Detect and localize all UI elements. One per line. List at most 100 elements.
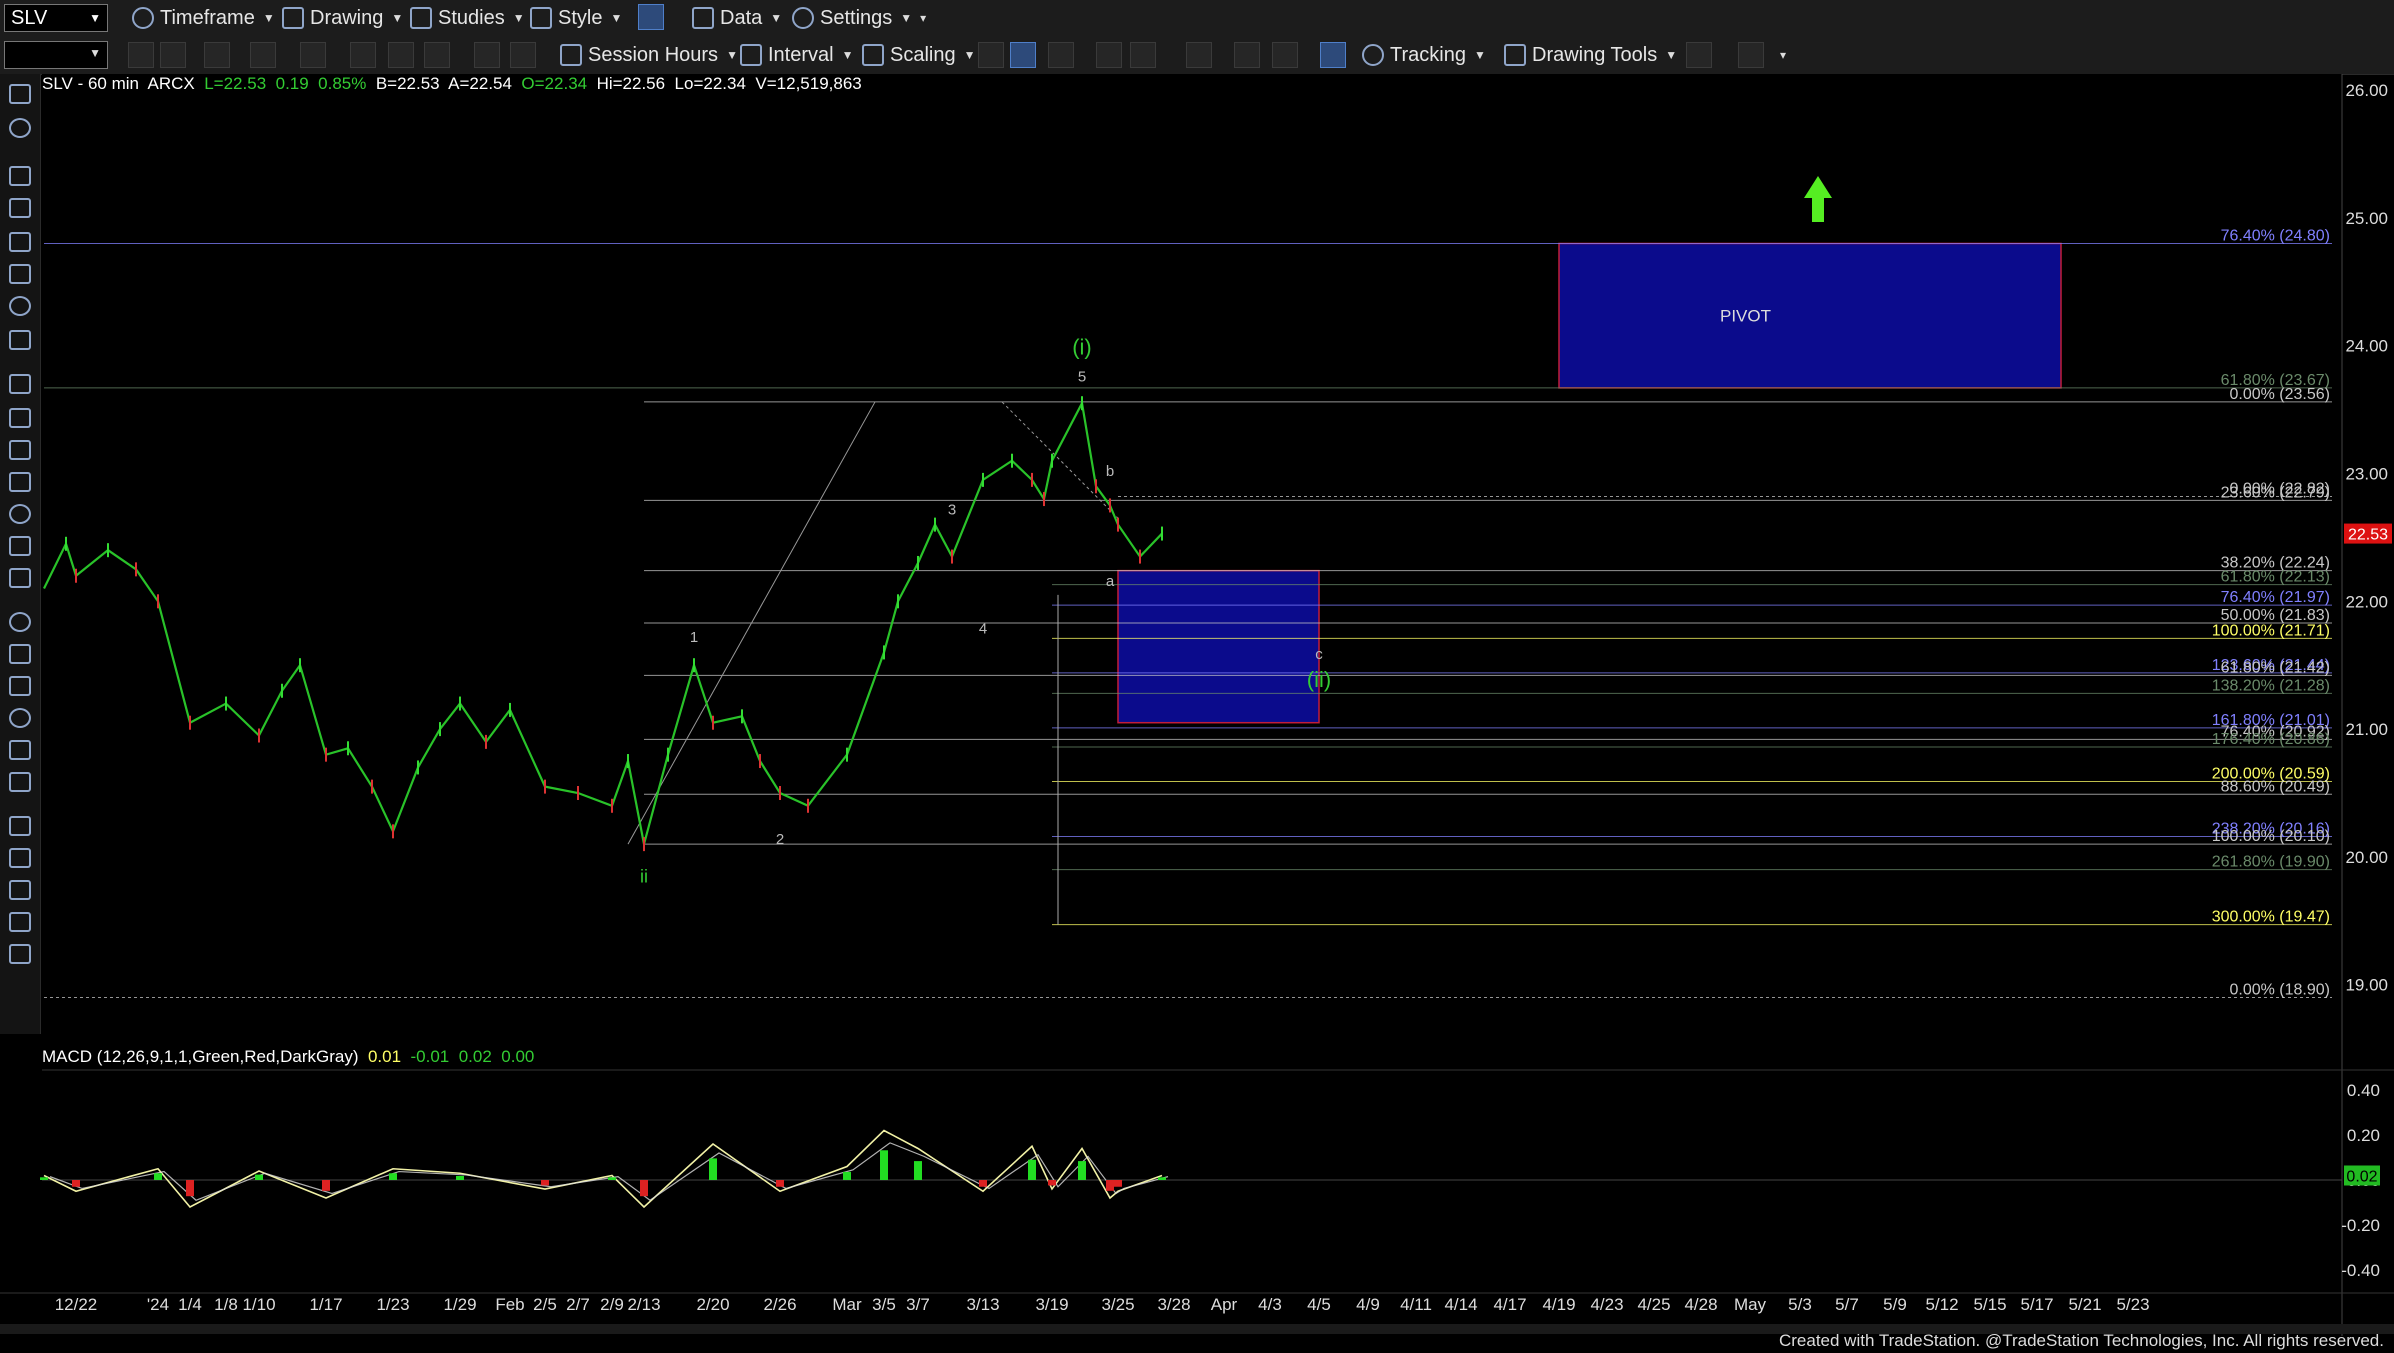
settings-menu[interactable]: Settings ▼ ▾	[792, 0, 926, 36]
macd-histogram-bar	[1028, 1159, 1036, 1180]
time-tick-label: '24	[147, 1295, 169, 1314]
settings-label: Settings	[820, 6, 893, 29]
chat-icon[interactable]	[1738, 42, 1764, 68]
zoom-in-bars-icon[interactable]	[1130, 42, 1156, 68]
format-icon[interactable]	[350, 42, 376, 68]
macd-histogram-bar	[72, 1180, 80, 1187]
macd-histogram-bar	[1114, 1180, 1122, 1187]
caret-icon: ▼	[1473, 48, 1486, 62]
low-price: Lo=22.34	[674, 74, 746, 93]
search-icon[interactable]	[250, 42, 276, 68]
grid-icon[interactable]	[474, 42, 500, 68]
macd-histogram-bar	[776, 1180, 784, 1187]
secondary-toolbar: ▼ Session Hours ▼ Interval ▼ Scaling ▼ Trac…	[0, 36, 2394, 75]
tracking-icon	[1362, 44, 1384, 66]
fib-label: 0.00% (18.90)	[2229, 981, 2330, 998]
tracking-menu[interactable]: Tracking ▼	[1362, 36, 1486, 74]
hollow-candle-icon[interactable]	[1048, 42, 1074, 68]
time-tick-label: 4/14	[1444, 1295, 1477, 1314]
time-tick-label: 5/7	[1835, 1295, 1859, 1314]
drawing-label: Drawing	[310, 6, 384, 29]
price-tick-label: 25.00	[2345, 209, 2388, 228]
globe-icon[interactable]	[424, 42, 450, 68]
data-menu[interactable]: Data ▼	[692, 0, 782, 36]
symbol-input[interactable]: SLV ▼	[4, 4, 108, 32]
session-icon	[560, 44, 582, 66]
caret-icon: ▼	[770, 11, 783, 25]
wave-label: 3	[948, 501, 956, 518]
last-price: L=22.53	[204, 74, 267, 93]
scaling-menu[interactable]: Scaling ▼	[862, 36, 976, 74]
fib-label: 100.00% (20.10)	[2212, 828, 2330, 845]
studies-menu[interactable]: Studies ▼	[410, 0, 525, 36]
candle-chart-icon[interactable]	[1010, 42, 1036, 68]
time-tick-label: 5/12	[1925, 1295, 1958, 1314]
interval-input[interactable]: ▼	[4, 41, 108, 69]
wave-label: 2	[776, 831, 784, 848]
footer-credit: Created with TradeStation. @TradeStation…	[1778, 1331, 2384, 1350]
macd-histogram-bar	[640, 1180, 648, 1197]
zoom-out-icon[interactable]	[1272, 42, 1298, 68]
macd-histogram-bar	[843, 1171, 851, 1180]
time-tick-label: May	[1734, 1295, 1767, 1314]
fib-label: 23.60% (22.79)	[2221, 484, 2330, 501]
caret-icon: ▼	[512, 11, 525, 25]
price-tick-label: 23.00	[2345, 465, 2388, 484]
style-menu[interactable]: Style ▼	[530, 0, 622, 36]
time-tick-label: 2/26	[763, 1295, 796, 1314]
wave-label: b	[1106, 463, 1114, 480]
bar-chart-icon[interactable]	[978, 42, 1004, 68]
macd-histogram-bar	[389, 1173, 397, 1180]
time-tick-label: 2/5	[533, 1295, 557, 1314]
open-price: O=22.34	[521, 74, 588, 93]
caret-icon: ▼	[1665, 48, 1678, 62]
chevron-down-icon[interactable]: ▼	[89, 5, 101, 31]
fib-label: 0.00% (23.56)	[2229, 386, 2330, 403]
macd-signal-value: -0.01	[410, 1047, 450, 1066]
refresh-icon[interactable]	[300, 42, 326, 68]
macd-histogram-bar	[186, 1180, 194, 1197]
crosshair-grid-icon[interactable]	[1320, 42, 1346, 68]
session-hours-menu[interactable]: Session Hours ▼	[560, 36, 738, 74]
drawing-menu[interactable]: Drawing ▼	[282, 0, 403, 36]
layout-icon[interactable]	[638, 4, 664, 30]
link-icon[interactable]	[128, 42, 154, 68]
macd-zero-value: 0.00	[501, 1047, 535, 1066]
link2-icon[interactable]	[160, 42, 186, 68]
macd-tick-label: 0.40	[2347, 1081, 2380, 1100]
time-tick-label: 4/23	[1590, 1295, 1623, 1314]
wave-label: ii	[640, 866, 648, 886]
window-icon[interactable]	[204, 42, 230, 68]
zoom-out-bars-icon[interactable]	[1096, 42, 1122, 68]
timeframe-label: Timeframe	[160, 6, 255, 29]
chevron-down-icon[interactable]: ▼	[89, 46, 101, 60]
zoom-in-icon[interactable]	[1234, 42, 1260, 68]
pct-change: 0.85%	[318, 74, 367, 93]
macd-value: 0.01	[367, 1047, 402, 1066]
time-tick-label: 3/7	[906, 1295, 930, 1314]
price-chart[interactable]: PIVOT76.40% (24.80)61.80% (23.67)0.00% (…	[0, 74, 2394, 1336]
macd-header: MACD (12,26,9,1,1,Green,Red,DarkGray) 0.…	[42, 1047, 534, 1067]
save-icon[interactable]	[388, 42, 414, 68]
fib-label: 76.40% (21.97)	[2221, 589, 2330, 606]
fib-label: 261.80% (19.90)	[2212, 854, 2330, 871]
interval-menu[interactable]: Interval ▼	[740, 36, 853, 74]
export-icon[interactable]	[1686, 42, 1712, 68]
caret-icon: ▼	[610, 11, 623, 25]
chart-icon[interactable]	[510, 42, 536, 68]
panels-icon[interactable]	[1186, 42, 1212, 68]
session-hours-label: Session Hours	[588, 43, 719, 66]
style-icon	[530, 7, 552, 29]
macd-histogram-bar	[456, 1175, 464, 1180]
drawing-tools-menu[interactable]: Drawing Tools ▼	[1504, 36, 1677, 74]
macd-histogram-bar	[1106, 1180, 1114, 1191]
drawing-tools-label: Drawing Tools	[1532, 43, 1658, 66]
chat-caret-icon[interactable]: ▾	[1780, 48, 1786, 62]
time-tick-label: 4/25	[1637, 1295, 1670, 1314]
time-tick-label: 5/23	[2116, 1295, 2149, 1314]
time-tick-label: 5/17	[2020, 1295, 2053, 1314]
timeframe-menu[interactable]: Timeframe ▼	[132, 0, 275, 36]
fib-label: 88.60% (20.49)	[2221, 778, 2330, 795]
pencil-icon	[282, 7, 304, 29]
overflow-icon[interactable]: ▾	[920, 11, 926, 25]
